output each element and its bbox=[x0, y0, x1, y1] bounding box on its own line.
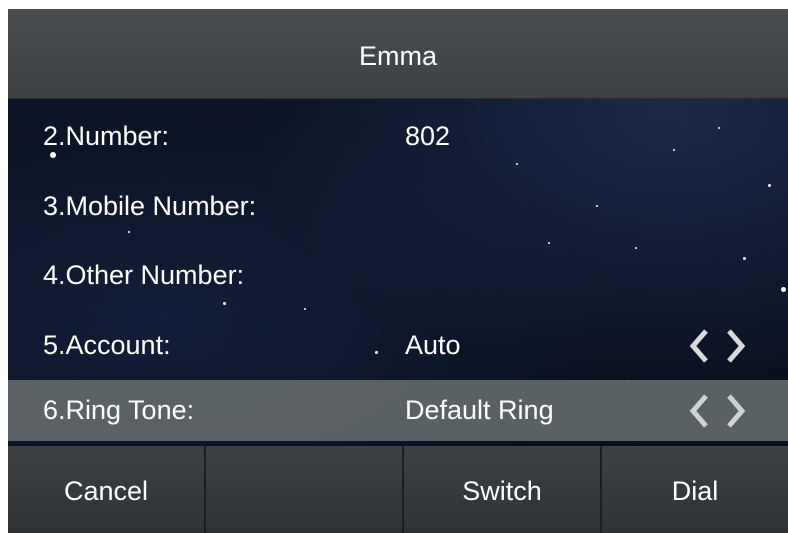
softkey-bar: Cancel Switch Dial bbox=[8, 446, 788, 533]
field-row-ring-tone[interactable]: 6.Ring Tone: Default Ring bbox=[8, 380, 788, 441]
field-row-account[interactable]: 5.Account: Auto bbox=[8, 315, 788, 376]
title-bar: Emma bbox=[8, 9, 788, 99]
contact-name-title: Emma bbox=[358, 41, 437, 71]
star-decoration bbox=[304, 308, 306, 310]
softkey-switch[interactable]: Switch bbox=[404, 446, 600, 533]
field-label: 5.Account: bbox=[43, 330, 171, 360]
field-value: Auto bbox=[405, 330, 461, 360]
softkey-dial[interactable]: Dial bbox=[602, 446, 788, 533]
star-decoration bbox=[548, 242, 550, 244]
chevron-left-icon[interactable] bbox=[689, 329, 708, 363]
softkey-cancel[interactable]: Cancel bbox=[8, 446, 204, 533]
field-row-number[interactable]: 2.Number: 802 bbox=[8, 106, 788, 167]
field-value: Default Ring bbox=[405, 395, 554, 425]
chevron-right-icon[interactable] bbox=[727, 394, 746, 428]
field-row-mobile-number[interactable]: 3.Mobile Number: bbox=[8, 176, 788, 237]
phone-screen: Emma 2.Number: 802 3.Mobile Number: 4.Ot… bbox=[8, 9, 788, 533]
value-switch-arrows[interactable] bbox=[682, 325, 752, 367]
field-label: 6.Ring Tone: bbox=[43, 395, 195, 425]
softkey-empty[interactable] bbox=[206, 446, 402, 533]
field-row-other-number[interactable]: 4.Other Number: bbox=[8, 245, 788, 306]
chevron-left-icon[interactable] bbox=[689, 394, 708, 428]
field-label: 2.Number: bbox=[43, 121, 170, 151]
field-label: 4.Other Number: bbox=[43, 260, 245, 290]
value-switch-arrows[interactable] bbox=[682, 390, 752, 432]
field-label: 3.Mobile Number: bbox=[43, 191, 257, 221]
chevron-right-icon[interactable] bbox=[727, 329, 746, 363]
field-value: 802 bbox=[405, 121, 451, 151]
